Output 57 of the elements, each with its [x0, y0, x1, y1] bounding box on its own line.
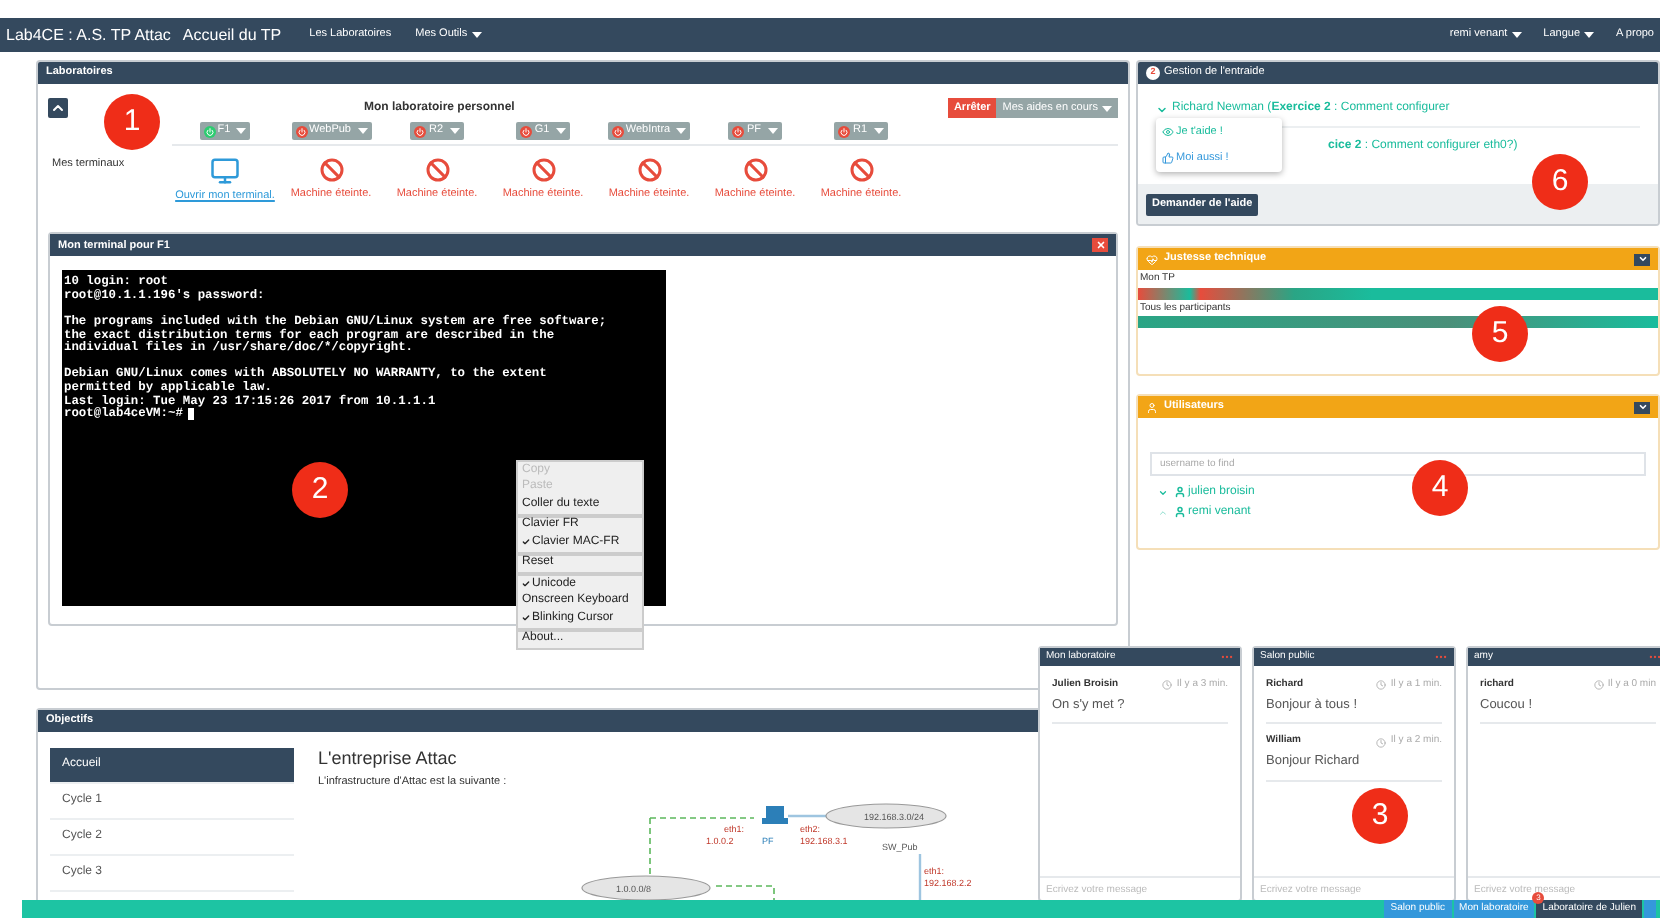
user-icon — [1146, 401, 1158, 413]
ellipsis-icon[interactable] — [1220, 650, 1234, 664]
pc-icon — [762, 806, 788, 825]
cursor-block — [188, 408, 195, 421]
chevron-down-icon — [1637, 402, 1647, 412]
collapse-button[interactable] — [1634, 253, 1650, 265]
check-icon — [522, 580, 530, 589]
terminal-screen[interactable] — [62, 270, 666, 607]
check-icon — [522, 538, 530, 547]
machine-off-icon — [319, 158, 343, 182]
callout-number: 4 — [1412, 460, 1468, 516]
user-icon — [1174, 486, 1186, 498]
chevron-up-icon[interactable] — [1158, 507, 1168, 517]
clock-icon — [1162, 680, 1173, 691]
caret-icon — [236, 128, 247, 134]
collapse-button[interactable] — [48, 98, 68, 118]
caret-icon — [357, 128, 367, 134]
user-icon — [1174, 506, 1186, 518]
thumbs-up-icon — [1162, 152, 1174, 165]
eye-icon — [1162, 125, 1174, 138]
machine-off-icon — [425, 158, 449, 182]
close-button[interactable] — [1092, 238, 1108, 253]
caret-icon — [873, 128, 884, 134]
caret-icon — [1511, 32, 1522, 38]
close-icon — [1095, 240, 1105, 251]
callout-number: 6 — [1532, 154, 1588, 210]
chevron-down-icon — [1637, 254, 1647, 264]
chevron-down-icon[interactable] — [1158, 487, 1168, 497]
collapse-button[interactable] — [1634, 401, 1650, 413]
cloud-shape — [825, 803, 947, 830]
chevron-up-icon — [50, 100, 66, 116]
machine-off-icon — [743, 158, 767, 182]
chevron-down-icon[interactable] — [1156, 103, 1168, 115]
heart-pulse-icon — [1146, 253, 1158, 265]
caret-icon — [471, 32, 482, 38]
callout-number: 1 — [104, 94, 160, 150]
machine-off-icon — [849, 158, 873, 182]
cloud-shape — [581, 875, 711, 902]
machine-off-icon — [637, 158, 661, 182]
monitor-icon — [210, 156, 240, 186]
ellipsis-icon[interactable] — [1648, 650, 1660, 664]
clock-icon — [1376, 680, 1387, 691]
caret-icon — [676, 128, 687, 134]
caret-icon — [1102, 105, 1112, 111]
section-heading: L'entreprise Attac — [318, 748, 459, 770]
caret-icon — [449, 128, 460, 134]
clock-icon — [1376, 737, 1387, 747]
check-icon — [522, 614, 530, 623]
caret-icon — [767, 128, 778, 134]
caret-icon — [555, 128, 566, 134]
machine-off-icon — [531, 158, 555, 182]
ellipsis-icon[interactable] — [1434, 650, 1448, 664]
nav-link[interactable]: Accueil du TP — [182, 23, 282, 47]
app-title: Lab4CE : A.S. TP Attac — [6, 23, 171, 47]
clock-icon — [1593, 680, 1604, 691]
callout-number: 5 — [1472, 306, 1528, 362]
caret-icon — [1584, 32, 1595, 38]
